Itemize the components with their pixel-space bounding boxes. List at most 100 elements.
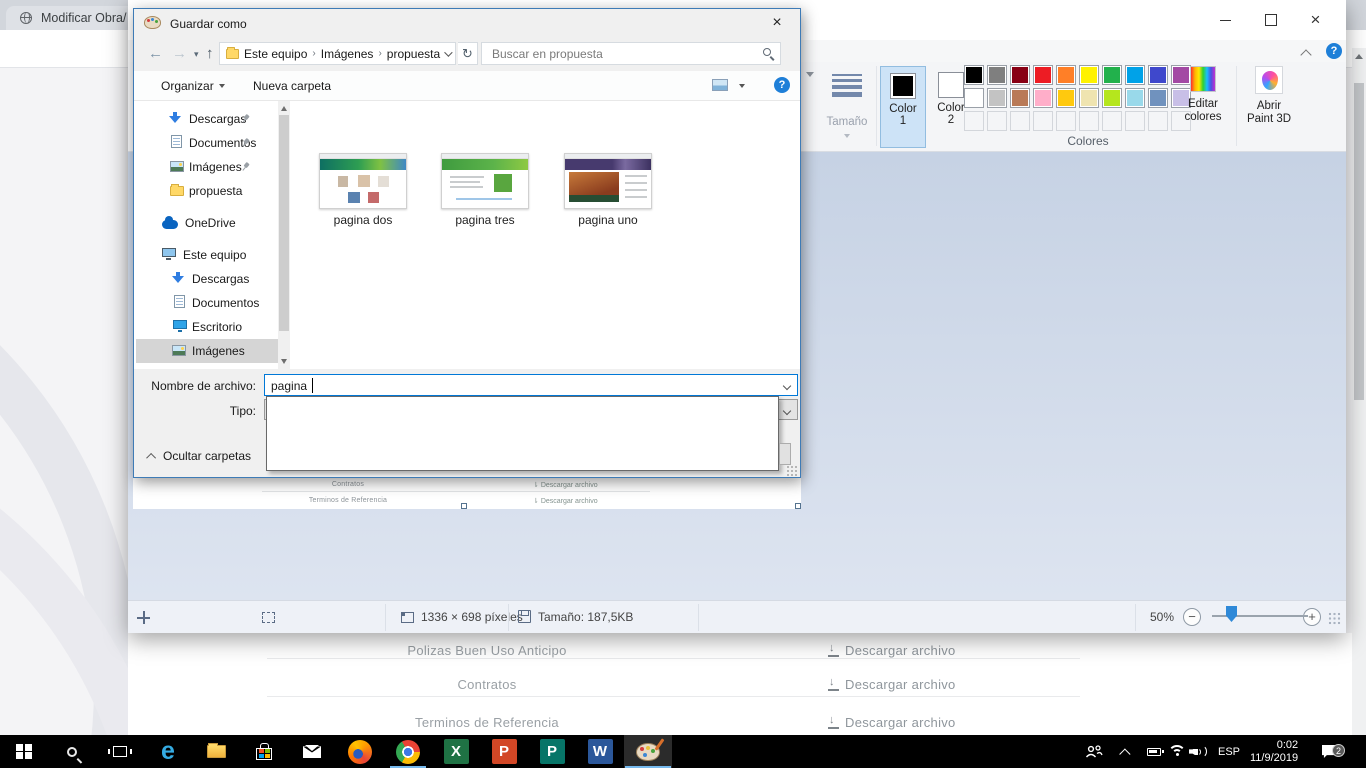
taskbar-word[interactable]: W [576,735,624,768]
download-link[interactable]: Descargar archivo [828,643,956,658]
sidebar-item-documentos[interactable]: Documentos [136,131,278,155]
download-link[interactable]: Descargar archivo [828,677,956,692]
palette-color-swatch[interactable] [1125,88,1145,108]
dialog-resize-grip[interactable] [786,465,798,477]
wifi-icon[interactable] [1168,735,1186,768]
taskbar-chrome[interactable] [384,735,432,768]
palette-empty-slot[interactable] [1056,111,1076,131]
sidebar-item-imagenes[interactable]: Imágenes [136,155,278,179]
start-button[interactable] [0,735,48,768]
collapse-ribbon-icon[interactable] [1302,48,1311,57]
palette-color-swatch[interactable] [964,88,984,108]
palette-color-swatch[interactable] [964,65,984,85]
address-dropdown-icon[interactable] [444,48,452,56]
scroll-down-arrow[interactable] [281,359,287,364]
sidebar-item-descargas-pc[interactable]: Descargas [136,267,278,291]
palette-color-swatch[interactable] [987,88,1007,108]
file-pagina-uno[interactable]: pagina uno [564,153,652,227]
forward-button[interactable]: → [172,45,187,62]
palette-color-swatch[interactable] [1102,88,1122,108]
canvas-resize-handle-bottom[interactable] [461,503,467,509]
dialog-close-icon[interactable]: × [754,9,800,38]
palette-color-swatch[interactable] [1056,65,1076,85]
palette-empty-slot[interactable] [1010,111,1030,131]
view-dropdown-icon[interactable] [739,84,745,88]
palette-color-swatch[interactable] [1079,88,1099,108]
language-indicator[interactable]: ESP [1218,735,1240,768]
palette-empty-slot[interactable] [1125,111,1145,131]
palette-empty-slot[interactable] [1148,111,1168,131]
ribbon-overflow-icon[interactable] [806,72,814,77]
view-mode-icon[interactable] [712,79,728,91]
file-pagina-dos[interactable]: pagina dos [319,153,407,227]
open-paint3d-button[interactable]: Abrir Paint 3D [1240,64,1298,148]
show-hidden-icons-button[interactable] [1123,735,1131,768]
palette-color-swatch[interactable] [1033,88,1053,108]
palette-color-swatch[interactable] [1010,88,1030,108]
clock[interactable]: 0:02 11/9/2019 [1250,735,1298,768]
taskbar-excel[interactable]: X [432,735,480,768]
taskbar-publisher[interactable]: P [528,735,576,768]
maximize-button[interactable] [1248,6,1293,34]
palette-empty-slot[interactable] [1033,111,1053,131]
edit-colors-button[interactable]: Editar colores [1174,64,1232,148]
sidebar-item-documentos-pc[interactable]: Documentos [136,291,278,315]
sidebar-item-imagenes-pc[interactable]: Imágenes [136,339,278,363]
palette-color-swatch[interactable] [987,65,1007,85]
palette-empty-slot[interactable] [964,111,984,131]
window-resize-grip[interactable] [1328,612,1342,626]
palette-color-swatch[interactable] [1148,88,1168,108]
sidebar-item-este-equipo[interactable]: Este equipo [136,243,278,267]
sidebar-item-onedrive[interactable]: OneDrive [136,211,278,235]
filename-suggestions-dropdown[interactable] [266,396,779,471]
battery-icon[interactable] [1147,735,1161,768]
taskbar-search-button[interactable] [48,735,96,768]
chevron-down-icon[interactable] [783,382,791,390]
close-button[interactable]: × [1293,6,1338,34]
sidebar-scrollbar[interactable] [278,101,290,369]
dialog-title-bar[interactable]: Guardar como × [134,9,800,39]
taskbar-store[interactable] [240,735,288,768]
search-box[interactable]: Buscar en propuesta [481,42,781,65]
palette-color-swatch[interactable] [1125,65,1145,85]
file-pagina-tres[interactable]: pagina tres [441,153,529,227]
taskbar-paint[interactable] [624,735,672,768]
palette-empty-slot[interactable] [1079,111,1099,131]
taskbar-file-explorer[interactable] [192,735,240,768]
breadcrumb-pictures[interactable]: Imágenes [321,47,374,61]
canvas-resize-handle-corner[interactable] [795,503,801,509]
scrollbar-thumb[interactable] [1354,83,1364,400]
palette-empty-slot[interactable] [1102,111,1122,131]
up-button[interactable]: ↑ [206,45,214,62]
download-link[interactable]: Descargar archivo [828,715,956,730]
palette-color-swatch[interactable] [1102,65,1122,85]
people-icon[interactable] [1085,735,1103,768]
new-folder-button[interactable]: Nueva carpeta [253,79,331,93]
color1-button[interactable]: Color 1 [880,66,926,148]
palette-color-swatch[interactable] [1148,65,1168,85]
taskbar-powerpoint[interactable]: P [480,735,528,768]
filename-input[interactable]: pagina [264,374,798,396]
size-button[interactable]: Tamaño [820,66,874,148]
sidebar-item-descargas[interactable]: Descargas [136,107,278,131]
address-bar[interactable]: Este equipo › Imágenes › propuesta [219,42,456,65]
refresh-button[interactable]: ↻ [458,42,478,65]
breadcrumb-this-pc[interactable]: Este equipo [244,47,307,61]
zoom-in-button[interactable]: + [1303,608,1321,626]
save-button-edge[interactable] [779,443,791,465]
palette-color-swatch[interactable] [1010,65,1030,85]
breadcrumb-propuesta[interactable]: propuesta [387,47,440,61]
action-center-button[interactable]: 2 [1322,735,1338,768]
sidebar-item-propuesta[interactable]: propuesta [136,179,278,203]
sidebar-item-escritorio[interactable]: Escritorio [136,315,278,339]
scroll-up-arrow[interactable] [281,106,287,111]
taskbar-mail[interactable] [288,735,336,768]
hide-folders-button[interactable]: Ocultar carpetas [149,449,251,463]
scroll-up-arrow[interactable] [1355,54,1363,59]
page-scrollbar[interactable] [1352,48,1366,735]
taskbar-firefox[interactable] [336,735,384,768]
recent-locations-icon[interactable]: ▾ [194,49,199,60]
palette-color-swatch[interactable] [1079,65,1099,85]
paint-canvas[interactable]: Contratos ⇂ Descargar archivo Terminos d… [133,478,801,509]
minimize-button[interactable] [1203,6,1248,34]
